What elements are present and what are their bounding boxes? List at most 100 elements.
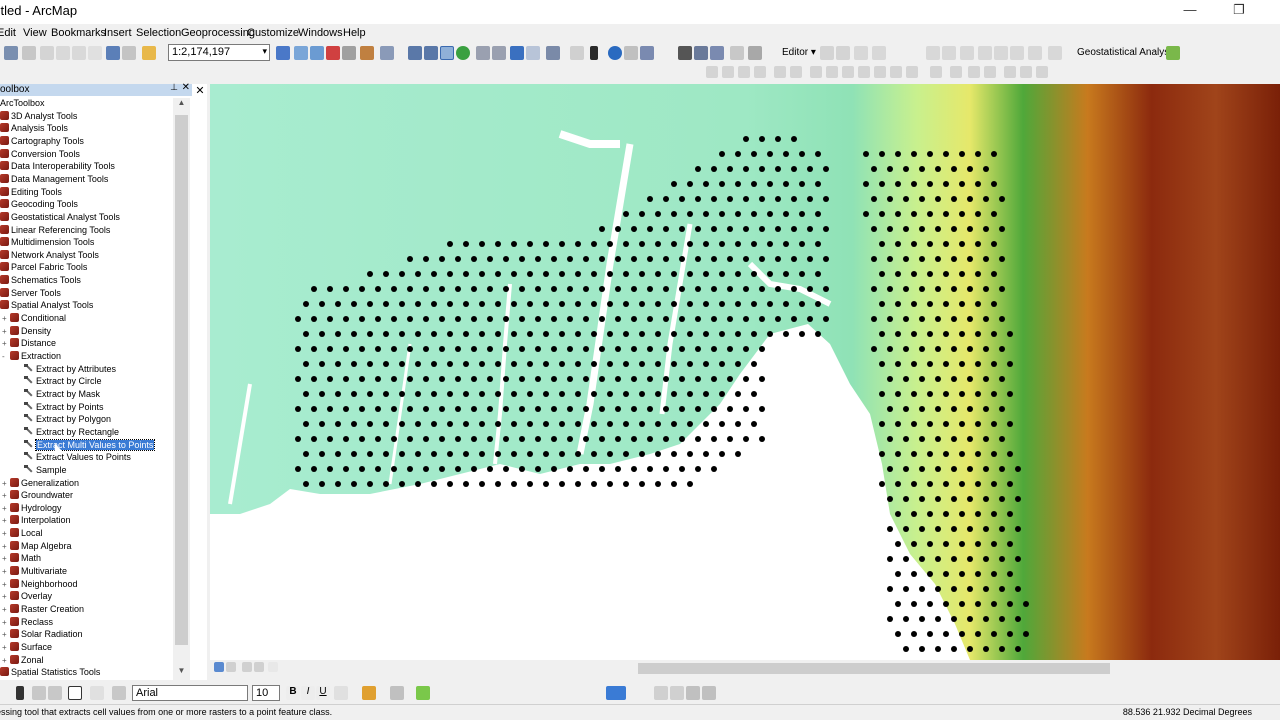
toolset-item[interactable]: + Hydrology [2, 503, 62, 515]
expand-icon[interactable]: + [2, 592, 10, 601]
toolset-item[interactable]: 3D Analyst Tools [0, 111, 77, 123]
expand-icon[interactable]: + [2, 504, 10, 513]
tool-item[interactable]: Sample [24, 465, 67, 477]
straight-segment-icon[interactable] [854, 46, 868, 60]
rotate-icon[interactable] [978, 46, 992, 60]
expand-icon[interactable]: + [2, 479, 10, 488]
text-tool-icon[interactable] [90, 686, 104, 700]
paste-icon[interactable] [72, 46, 86, 60]
data-view-icon[interactable] [214, 662, 224, 672]
rotate-tool-icon[interactable] [32, 686, 46, 700]
bring-to-front-icon[interactable] [968, 66, 980, 78]
layout-pan-icon[interactable] [738, 66, 750, 78]
menu-insert[interactable]: Insert [104, 27, 132, 39]
align-top-icon[interactable] [858, 66, 870, 78]
menu-edit[interactable]: Edit [0, 27, 16, 39]
expand-icon[interactable]: + [2, 314, 10, 323]
font-color-icon[interactable] [334, 686, 348, 700]
editor-toolbar-icon[interactable] [276, 46, 290, 60]
endpoint-arc-icon[interactable] [872, 46, 886, 60]
layout-zoom-in-icon[interactable] [706, 66, 718, 78]
tool-item[interactable]: Extract by Attributes [24, 364, 116, 376]
align-right-icon[interactable] [842, 66, 854, 78]
ungroup-icon[interactable] [950, 66, 962, 78]
fill-color-icon[interactable] [362, 686, 376, 700]
expand-icon[interactable]: + [2, 491, 10, 500]
expand-icon[interactable]: + [2, 554, 10, 563]
map-view[interactable] [210, 84, 1280, 660]
add-data-icon[interactable] [142, 46, 156, 60]
horizontal-scroll-thumb[interactable] [638, 663, 1110, 674]
binoculars-icon[interactable] [678, 46, 692, 60]
toolset-item[interactable]: + Raster Creation [2, 604, 84, 616]
redo-icon[interactable] [122, 46, 136, 60]
font-name-select[interactable]: Arial [132, 685, 248, 701]
georef-icon[interactable] [654, 686, 668, 700]
align-center-icon[interactable] [826, 66, 838, 78]
distribute-icon[interactable] [906, 66, 918, 78]
image-analysis-icon[interactable] [670, 686, 684, 700]
toolset-item[interactable]: Data Interoperability Tools [0, 161, 115, 173]
cut-icon[interactable] [40, 46, 54, 60]
toolset-item[interactable]: + Zonal [2, 655, 44, 667]
toolset-item[interactable]: Spatial Analyst Tools [0, 300, 93, 312]
group-icon[interactable] [930, 66, 942, 78]
select-elements-icon[interactable] [590, 46, 598, 60]
align-left-icon[interactable] [810, 66, 822, 78]
map-scrollbar[interactable] [210, 660, 1280, 677]
toolset-item[interactable]: Geocoding Tools [0, 199, 78, 211]
font-size-select[interactable]: 10 [252, 685, 280, 701]
binocular-search-icon[interactable] [686, 686, 700, 700]
full-extent-icon[interactable] [456, 46, 470, 60]
clear-selection-icon[interactable] [570, 46, 584, 60]
sketch-properties-icon[interactable] [1010, 46, 1024, 60]
toolset-item[interactable]: + Interpolation [2, 515, 71, 527]
chevron-down-icon[interactable]: ▾ [262, 46, 267, 57]
rotate-right-icon[interactable] [1036, 66, 1048, 78]
edit-annotation-icon[interactable] [836, 46, 850, 60]
scroll-left-icon[interactable] [268, 662, 278, 672]
zoom-out-icon[interactable] [424, 46, 438, 60]
fixed-zoom-layout-icon[interactable] [790, 66, 802, 78]
send-to-back-icon[interactable] [984, 66, 996, 78]
pause-drawing-icon[interactable] [254, 662, 264, 672]
save-icon[interactable] [4, 46, 18, 60]
convert-to-graphics-icon[interactable] [112, 686, 126, 700]
toolset-item[interactable]: Cartography Tools [0, 136, 84, 148]
underline-icon[interactable]: U [316, 686, 330, 700]
pan-icon[interactable] [440, 46, 454, 60]
toolset-item[interactable]: + Map Algebra [2, 541, 72, 553]
scroll-down-icon[interactable]: ▼ [173, 666, 190, 680]
menu-customize[interactable]: Customize [247, 27, 299, 39]
geostatistical-wizard-icon[interactable] [1166, 46, 1180, 60]
expand-icon[interactable]: + [2, 542, 10, 551]
toolset-item[interactable]: + Math [2, 553, 41, 565]
toolset-item[interactable]: Multidimension Tools [0, 237, 94, 249]
rotate-left-icon[interactable] [1020, 66, 1032, 78]
active-style-icon[interactable] [606, 686, 626, 700]
refresh-icon[interactable] [242, 662, 252, 672]
model-builder-icon[interactable] [360, 46, 374, 60]
close-panel-icon[interactable]: ✕ [194, 84, 206, 97]
html-popup-icon[interactable] [624, 46, 638, 60]
tool-item[interactable]: Extract by Mask [24, 389, 100, 401]
scroll-thumb[interactable] [175, 115, 188, 645]
search-window-icon[interactable] [380, 46, 394, 60]
print-preview-icon[interactable] [702, 686, 716, 700]
zoom-100-icon[interactable] [774, 66, 786, 78]
create-viewer-icon[interactable] [748, 46, 762, 60]
editor-menu[interactable]: Editor ▾ [782, 47, 816, 58]
expand-icon[interactable]: + [2, 605, 10, 614]
close-icon[interactable]: ✕ [182, 82, 190, 93]
tool-item[interactable]: Extract by Circle [24, 376, 102, 388]
tree-root[interactable]: ArcToolbox [0, 98, 45, 110]
line-color-icon[interactable] [390, 686, 404, 700]
menu-view[interactable]: View [23, 27, 47, 39]
map-canvas[interactable] [210, 84, 1280, 660]
python-icon[interactable] [342, 46, 356, 60]
bold-icon[interactable]: B [286, 686, 300, 700]
expand-icon[interactable]: + [2, 339, 10, 348]
edit-tool-icon[interactable] [820, 46, 834, 60]
toolset-item[interactable]: Spatial Statistics Tools [0, 667, 100, 679]
undo-icon[interactable] [106, 46, 120, 60]
